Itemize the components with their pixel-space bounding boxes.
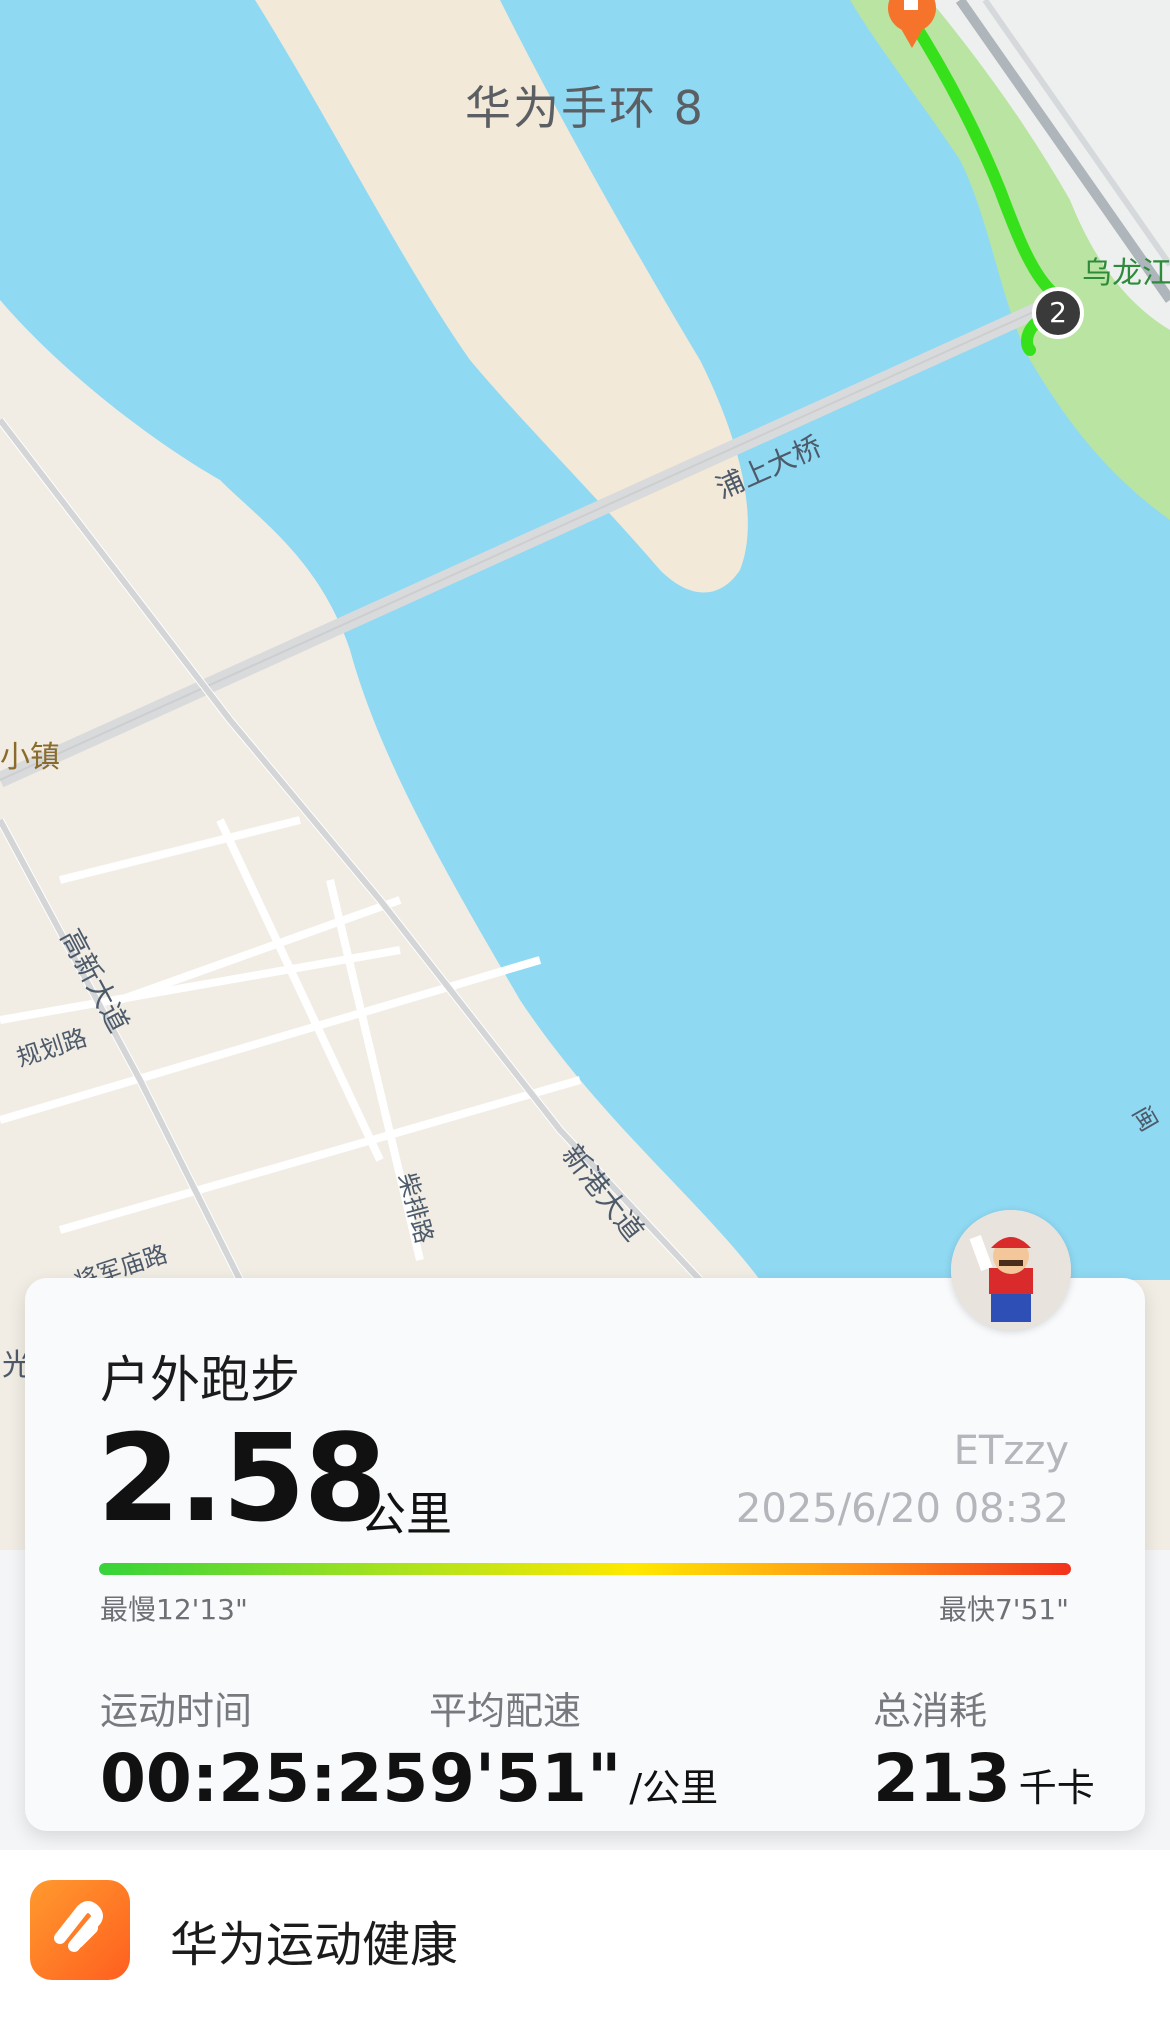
- calories-value: 213 千卡: [873, 1740, 1095, 1817]
- duration-label: 运动时间: [100, 1689, 253, 1733]
- user-name: ETzzy: [953, 1428, 1069, 1474]
- distance-unit: 公里: [360, 1487, 452, 1541]
- activity-type: 户外跑步: [100, 1351, 300, 1409]
- avg-pace-label: 平均配速: [429, 1689, 582, 1733]
- lap-marker-number: 2: [1049, 296, 1067, 329]
- huawei-health-icon[interactable]: [30, 1880, 130, 1980]
- device-label: 华为手环 8: [465, 81, 705, 135]
- avg-pace-value: 9'51"/公里: [429, 1740, 719, 1817]
- pace-gradient-bar: [99, 1563, 1071, 1575]
- workout-summary-card: 户外跑步 2.58 公里 ETzzy 2025/6/20 08:32 最慢12'…: [25, 1278, 1145, 1831]
- workout-date-time: 2025/6/20 08:32: [735, 1486, 1069, 1532]
- app-name: 华为运动健康: [170, 1917, 459, 1973]
- mario-avatar-icon[interactable]: [951, 1210, 1071, 1330]
- calories-label: 总消耗: [873, 1689, 988, 1733]
- distance-value: 2.58: [97, 1410, 387, 1549]
- duration-value: 00:25:25: [100, 1740, 429, 1817]
- calories-unit: 千卡: [1018, 1766, 1095, 1810]
- pace-slowest: 最慢12'13": [100, 1593, 248, 1626]
- pace-fastest: 最快7'51": [938, 1593, 1069, 1626]
- app-footer: 华为运动健康: [0, 1850, 1170, 2017]
- map-label-wulongjiang: 乌龙江: [1082, 256, 1170, 291]
- map-label-xiaozhen: 小镇: [0, 740, 60, 775]
- avg-pace-unit: /公里: [629, 1766, 719, 1810]
